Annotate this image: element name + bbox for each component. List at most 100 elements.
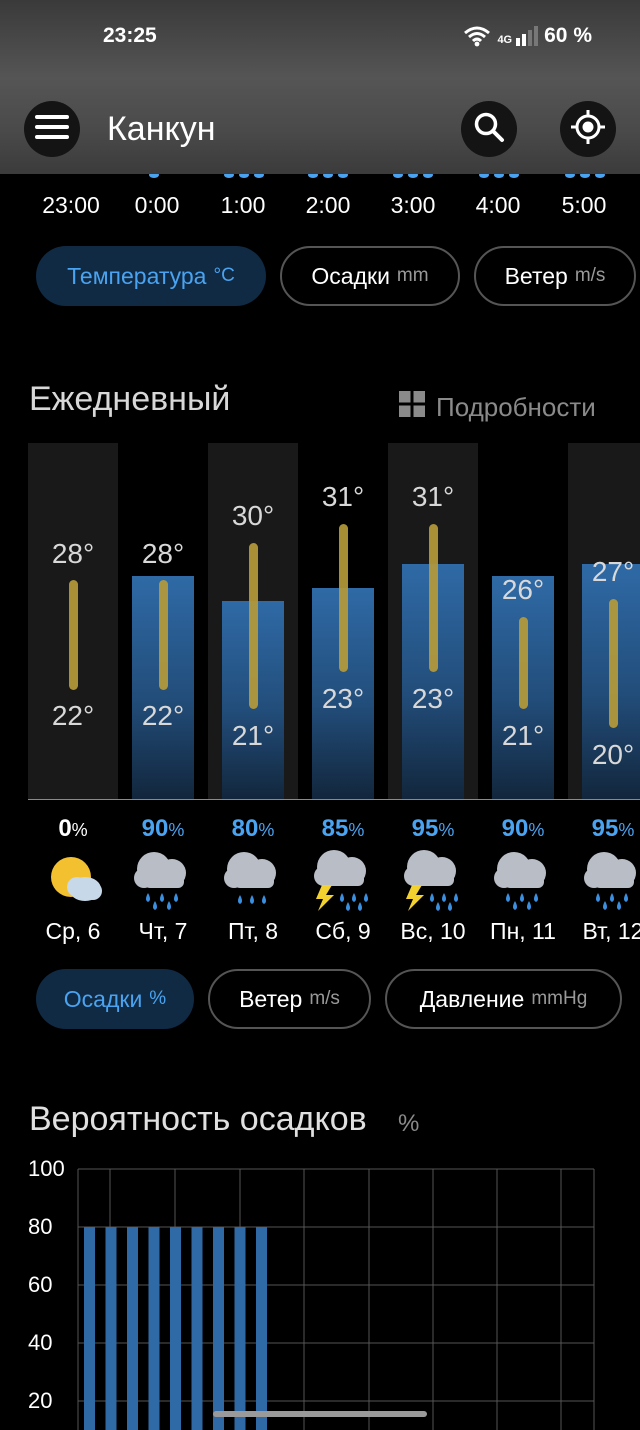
- day-label: Сб, 9: [315, 918, 371, 944]
- temp-low: 22°: [141, 700, 185, 731]
- probability-bar: [256, 1227, 267, 1430]
- temp-high: 30°: [231, 500, 275, 531]
- temp-range-bar: [429, 524, 438, 672]
- probability-bar: [170, 1227, 181, 1430]
- temp-low: 22°: [51, 700, 95, 731]
- hour-label: 0:00: [134, 192, 180, 218]
- day-column[interactable]: 27° 20°: [568, 443, 640, 800]
- search-button[interactable]: [461, 101, 517, 157]
- day-label: Вт, 12: [582, 918, 640, 944]
- status-time: 23:25: [103, 24, 157, 47]
- home-indicator[interactable]: [213, 1411, 427, 1417]
- rain-cloud-icon: [218, 845, 288, 915]
- precip-chance: 85%: [321, 815, 365, 842]
- search-icon: [473, 111, 505, 148]
- temp-low: 21°: [501, 720, 545, 751]
- probability-title: Вероятность осадков: [29, 1100, 367, 1138]
- temp-low: 23°: [411, 683, 455, 714]
- hour-label: 4:00: [475, 192, 521, 218]
- day-column[interactable]: 28° 22°: [118, 443, 208, 800]
- temp-range-bar: [519, 617, 528, 709]
- temp-high: 28°: [141, 538, 185, 569]
- daily-title: Ежедневный: [29, 380, 231, 418]
- tab-label: Температура: [67, 262, 207, 289]
- precip-chance: 80%: [231, 815, 275, 842]
- details-button[interactable]: Подробности: [398, 390, 596, 425]
- tab-label: Ветер: [504, 262, 568, 289]
- probability-bar: [127, 1227, 138, 1430]
- temp-low: 21°: [231, 720, 275, 751]
- rain-cloud-icon: [128, 845, 198, 915]
- signal-icon: 4G: [497, 26, 539, 46]
- hour-label: 1:00: [220, 192, 266, 218]
- tab-unit: mmHg: [531, 988, 588, 1009]
- tab-label: Осадки: [311, 262, 390, 289]
- tab-wind[interactable]: Ветер m/s: [474, 246, 636, 306]
- precip-chance: 90%: [141, 815, 185, 842]
- day-column[interactable]: 31° 23°: [388, 443, 478, 800]
- temp-high: 31°: [411, 481, 455, 512]
- probability-bar: [191, 1227, 203, 1430]
- day-column[interactable]: 31° 23°: [298, 443, 388, 800]
- tab-label: Ветер: [239, 985, 303, 1012]
- day-column[interactable]: 26° 21°: [478, 443, 568, 800]
- hour-label: 5:00: [561, 192, 607, 218]
- temp-range-bar: [69, 580, 78, 690]
- probability-chart: 100 80 60 40 20: [0, 1150, 640, 1430]
- tab-pressure[interactable]: Давление mmHg: [385, 969, 622, 1029]
- day-label: Пн, 11: [490, 918, 556, 944]
- temp-high: 28°: [51, 538, 95, 569]
- temp-range-bar: [159, 580, 168, 690]
- menu-button[interactable]: [24, 101, 80, 157]
- temp-high: 31°: [321, 481, 365, 512]
- rain-cloud-icon: [578, 845, 640, 915]
- tab-unit: mm: [396, 265, 429, 286]
- tab-precipitation[interactable]: Осадки mm: [280, 246, 460, 306]
- menu-icon: [35, 114, 69, 145]
- precip-chance: 0%: [58, 815, 88, 842]
- locate-button[interactable]: [560, 101, 616, 157]
- tab-temperature[interactable]: Температура °C: [36, 246, 266, 306]
- hour-label: 23:00: [42, 192, 100, 218]
- probability-bar: [148, 1227, 160, 1430]
- city-title: Канкун: [107, 110, 216, 148]
- temp-range-bar: [609, 599, 618, 728]
- probability-bar: [234, 1227, 246, 1430]
- temp-low: 23°: [321, 683, 365, 714]
- tab-unit: %: [149, 988, 167, 1009]
- day-label: Вс, 10: [400, 918, 466, 944]
- day-column[interactable]: 28° 22°: [28, 443, 118, 800]
- tab-precip-chance[interactable]: Осадки%: [36, 969, 194, 1029]
- battery-level: 60 %: [544, 24, 592, 47]
- probability-unit: %: [398, 1110, 420, 1137]
- network-type: 4G: [497, 34, 513, 46]
- hour-label: 2:00: [305, 192, 351, 218]
- temp-range-bar: [339, 524, 348, 672]
- rain-cloud-icon: [488, 845, 558, 915]
- tab-label: Давление: [419, 985, 525, 1012]
- temp-low: 20°: [591, 739, 635, 770]
- probability-plot: [77, 1168, 595, 1430]
- temp-range-bar: [249, 543, 258, 709]
- app-header: 23:25 4G 60 % Канкун: [0, 0, 640, 174]
- probability-bar: [84, 1227, 95, 1430]
- grid-icon: [398, 390, 426, 425]
- day-label: Чт, 7: [138, 918, 188, 944]
- tab-label: Осадки: [63, 985, 143, 1012]
- hour-label: 3:00: [390, 192, 436, 218]
- precip-chance: 95%: [411, 815, 455, 842]
- hourly-times: 23:00 0:00 1:00 2:00 3:00 4:00 5:00: [0, 192, 640, 232]
- precip-chance: 95%: [591, 815, 635, 842]
- day-label: Пт, 8: [227, 918, 279, 944]
- tab-daily-wind[interactable]: Ветер m/s: [208, 969, 371, 1029]
- locate-icon: [570, 109, 606, 150]
- probability-bar: [213, 1227, 224, 1430]
- status-bar-right: 4G 60 %: [463, 24, 592, 48]
- day-label: Ср, 6: [45, 918, 101, 944]
- wifi-icon: [463, 25, 491, 47]
- daily-axis-line: [28, 799, 640, 800]
- tab-unit: m/s: [309, 988, 340, 1009]
- tab-unit: m/s: [574, 265, 606, 286]
- precip-chance: 90%: [501, 815, 545, 842]
- day-column[interactable]: 30° 21°: [208, 443, 298, 800]
